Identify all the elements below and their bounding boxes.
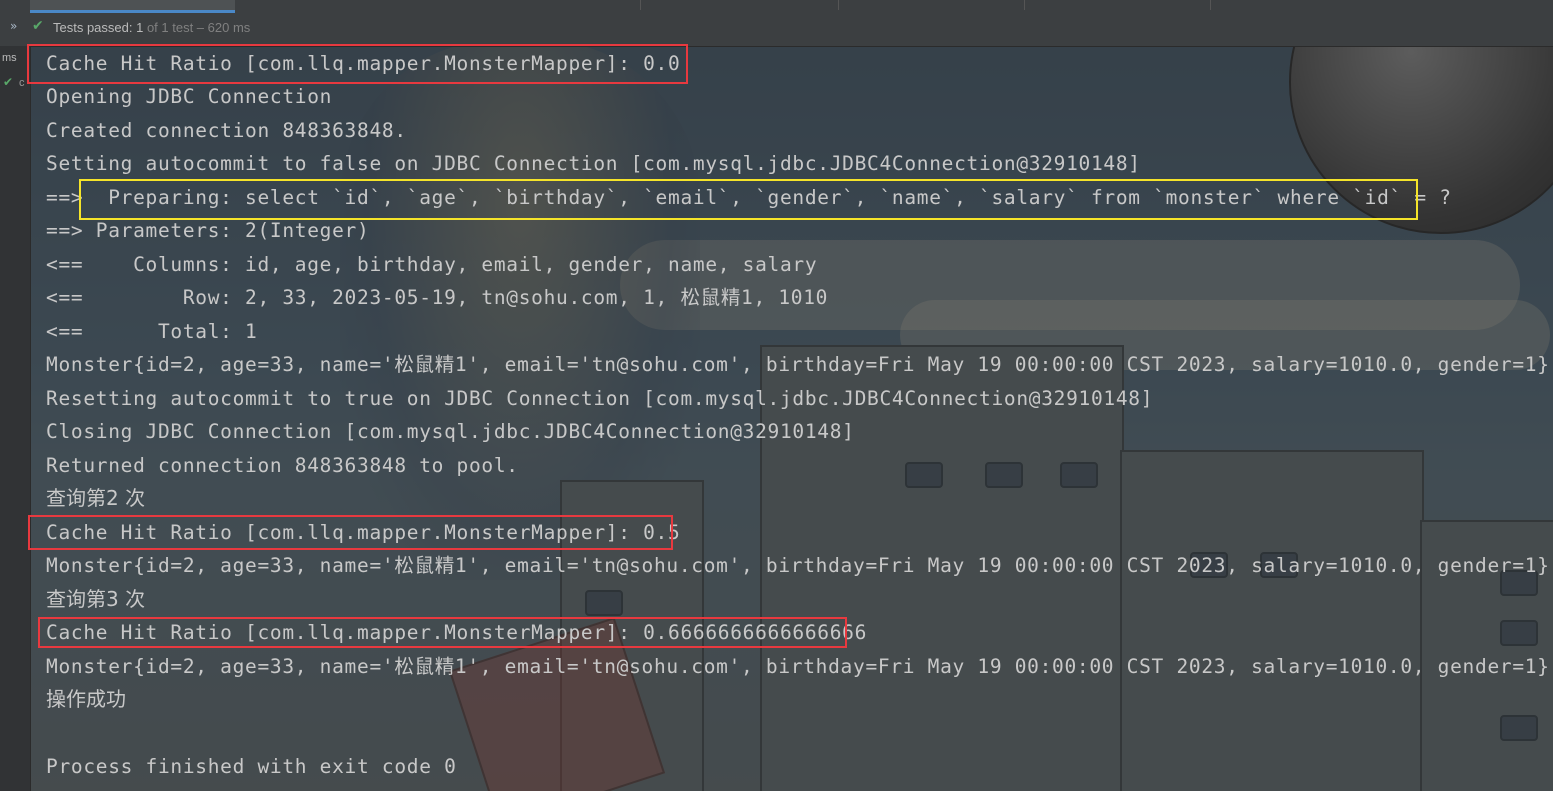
tests-detail-label: of 1 test – 620 ms [143,20,251,35]
gutter-check-icon: ✔ [3,75,14,89]
test-passed-check-icon: ✔ [32,18,44,34]
tab-separator [838,0,839,10]
highlight-box-yellow [79,179,1418,220]
gutter-time-label: ms [2,52,17,64]
console-line: Opening JDBC Connection [46,85,333,108]
run-toolbar: » ✔ Tests passed: 1 of 1 test – 620 ms [0,0,1553,47]
console-line: Setting autocommit to false on JDBC Conn… [46,152,1141,175]
expand-chevrons-icon[interactable]: » [10,19,17,33]
console-line: Returned connection 848363848 to pool. [46,454,519,477]
console-line: Process finished with exit code 0 [46,755,457,778]
console-line: 查询第3 次 [46,587,146,611]
highlight-box-red [38,617,847,648]
console-line: Resetting autocommit to true on JDBC Con… [46,387,1154,410]
tests-passed-label: Tests passed: 1 [53,20,144,35]
highlight-box-red [28,515,673,550]
console-line: <== Row: 2, 33, 2023-05-19, tn@sohu.com,… [46,286,829,309]
console-line: Monster{id=2, age=33, name='松鼠精1', email… [46,554,1550,577]
tab-separator [1024,0,1025,10]
test-status-text: Tests passed: 1 of 1 test – 620 ms [53,20,250,35]
highlight-box-red [27,44,688,84]
test-tree-gutter [0,46,31,791]
console-line: 查询第2 次 [46,486,146,510]
tab-separator [640,0,641,10]
editor-tab-active[interactable] [30,0,235,13]
gutter-test-node[interactable]: c [19,77,25,89]
tab-separator [1210,0,1211,10]
console-line: <== Columns: id, age, birthday, email, g… [46,253,818,276]
console-line: Closing JDBC Connection [com.mysql.jdbc.… [46,420,855,443]
editor-tab-strip [0,0,1553,13]
console-line: <== Total: 1 [46,320,258,343]
console-line: Created connection 848363848. [46,119,407,142]
console-line: 操作成功 [46,687,126,711]
console-line: Monster{id=2, age=33, name='松鼠精1', email… [46,353,1550,376]
console-line: Monster{id=2, age=33, name='松鼠精1', email… [46,655,1550,678]
